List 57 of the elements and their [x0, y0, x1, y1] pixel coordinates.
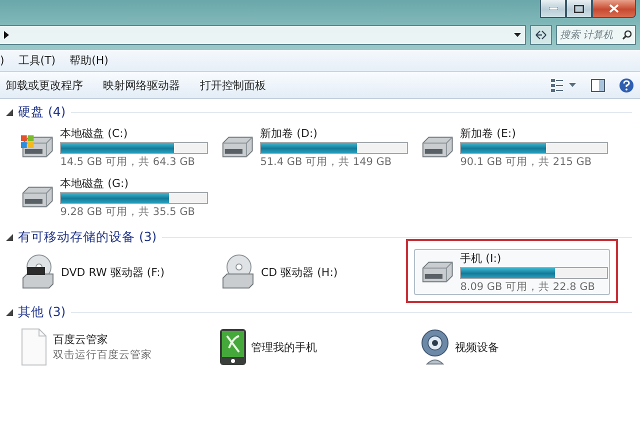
toolbar-button[interactable]: 映射网络驱动器 [103, 78, 180, 92]
phone-app-icon [219, 328, 247, 366]
close-icon [609, 4, 619, 13]
item-detail: 9.28 GB 可用，共 35.5 GB [60, 204, 196, 218]
webcam-icon [419, 328, 451, 366]
drive-tile[interactable]: DVD RW 驱动器 (F:) [14, 249, 210, 295]
menu-item[interactable]: 帮助(H) [70, 53, 108, 68]
item-name: 新加卷 (D:) [260, 126, 318, 140]
close-button[interactable] [592, 0, 636, 18]
group-header: 有可移动存储的设备 (3) [18, 228, 157, 246]
search-icon [622, 30, 632, 40]
help-icon[interactable] [619, 78, 634, 92]
drive-tile[interactable]: 新加卷 (D:) 51.4 GB 可用，共 149 GB [214, 124, 410, 170]
drive-tile[interactable]: 管理我的手机 [214, 324, 410, 370]
item-detail: 14.5 GB 可用，共 64.3 GB [60, 154, 196, 168]
item-detail: 8.09 GB 可用，共 22.8 GB [460, 280, 596, 294]
item-detail: 51.4 GB 可用，共 149 GB [260, 154, 393, 168]
preview-pane-icon[interactable] [591, 78, 605, 92]
drive-tile[interactable]: 百度云管家 双击运行百度云管家 [14, 324, 210, 370]
item-name: 管理我的手机 [251, 340, 317, 354]
collapse-arrow-icon[interactable] [6, 108, 13, 116]
drive-tile[interactable]: CD 驱动器 (H:) [214, 249, 410, 295]
refresh-button[interactable] [530, 25, 552, 45]
collapse-arrow-icon[interactable] [6, 234, 13, 240]
drive-tile[interactable]: 手机 (I:) 8.09 GB 可用，共 22.8 GB [414, 249, 610, 295]
item-name: 视频设备 [455, 340, 499, 354]
item-name: 本地磁盘 (C:) [60, 126, 129, 140]
item-name: 百度云管家 [53, 332, 109, 347]
breadcrumb-arrow-icon [4, 31, 9, 39]
toolbar-button[interactable]: 打开控制面板 [200, 78, 266, 92]
item-detail: 90.1 GB 可用，共 215 GB [460, 154, 593, 168]
group-header: 硬盘 (4) [18, 104, 66, 120]
group-header: 其他 (3) [18, 304, 66, 320]
search-field[interactable]: 搜索 计算机 [556, 25, 636, 45]
drive-tile[interactable]: 本地磁盘 (C:) 14.5 GB 可用，共 64.3 GB [14, 124, 210, 170]
drive-tile[interactable]: 新加卷 (E:) 90.1 GB 可用，共 215 GB [414, 124, 610, 170]
item-name: DVD RW 驱动器 (F:) [61, 264, 165, 280]
toolbar-button[interactable]: 卸载或更改程序 [6, 78, 83, 92]
view-options-icon[interactable] [551, 78, 577, 92]
item-detail: 双击运行百度云管家 [53, 348, 152, 362]
address-bar[interactable] [0, 25, 526, 45]
drive-tile[interactable]: 本地磁盘 (G:) 9.28 GB 可用，共 35.5 GB [14, 174, 210, 220]
maximize-button[interactable] [566, 0, 592, 18]
drive-tile[interactable]: 视频设备 [414, 324, 610, 370]
collapse-arrow-icon[interactable] [6, 308, 13, 316]
item-name: 手机 (I:) [460, 250, 502, 266]
item-name: 新加卷 (E:) [460, 126, 517, 140]
refresh-icon [534, 29, 548, 41]
minimize-button[interactable] [540, 0, 566, 18]
menu-item[interactable]: 工具(T) [18, 53, 56, 68]
minimize-icon [548, 7, 558, 10]
menu-item[interactable]: ) [0, 54, 4, 67]
item-name: 本地磁盘 (G:) [60, 176, 130, 190]
item-name: CD 驱动器 (H:) [261, 264, 338, 280]
dropdown-arrow-icon [514, 33, 521, 37]
blank-file-icon [19, 328, 49, 366]
maximize-icon [574, 4, 584, 12]
